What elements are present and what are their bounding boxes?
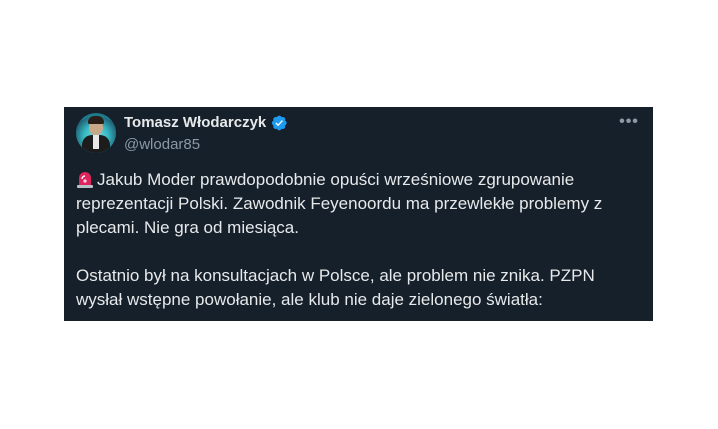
tweet-paragraph-2: Ostatnio był na konsultacjach w Polsce, … — [76, 266, 595, 309]
author-handle[interactable]: @wlodar85 — [124, 135, 288, 155]
avatar-shirt — [93, 135, 99, 149]
tweet-paragraph-1: Jakub Moder prawdopodobnie opuści wrześn… — [76, 168, 639, 240]
avatar[interactable] — [76, 113, 116, 153]
verified-badge-icon — [272, 115, 287, 131]
more-options-button[interactable]: ••• — [617, 114, 641, 135]
tweet-text: Jakub Moder prawdopodobnie opuści wrześn… — [76, 168, 639, 312]
tweet-paragraph-1-text: Jakub Moder prawdopodobnie opuści wrześn… — [76, 170, 603, 237]
tweet-header: Tomasz Włodarczyk @wlodar85 ••• — [76, 111, 641, 155]
tweet-card: Tomasz Włodarczyk @wlodar85 ••• Jakub Mo… — [64, 107, 653, 321]
author-info: Tomasz Włodarczyk @wlodar85 — [124, 113, 288, 155]
display-name-row: Tomasz Włodarczyk — [124, 113, 288, 133]
avatar-hair — [88, 116, 104, 124]
siren-icon — [77, 172, 93, 188]
author-display-name[interactable]: Tomasz Włodarczyk — [124, 113, 266, 133]
